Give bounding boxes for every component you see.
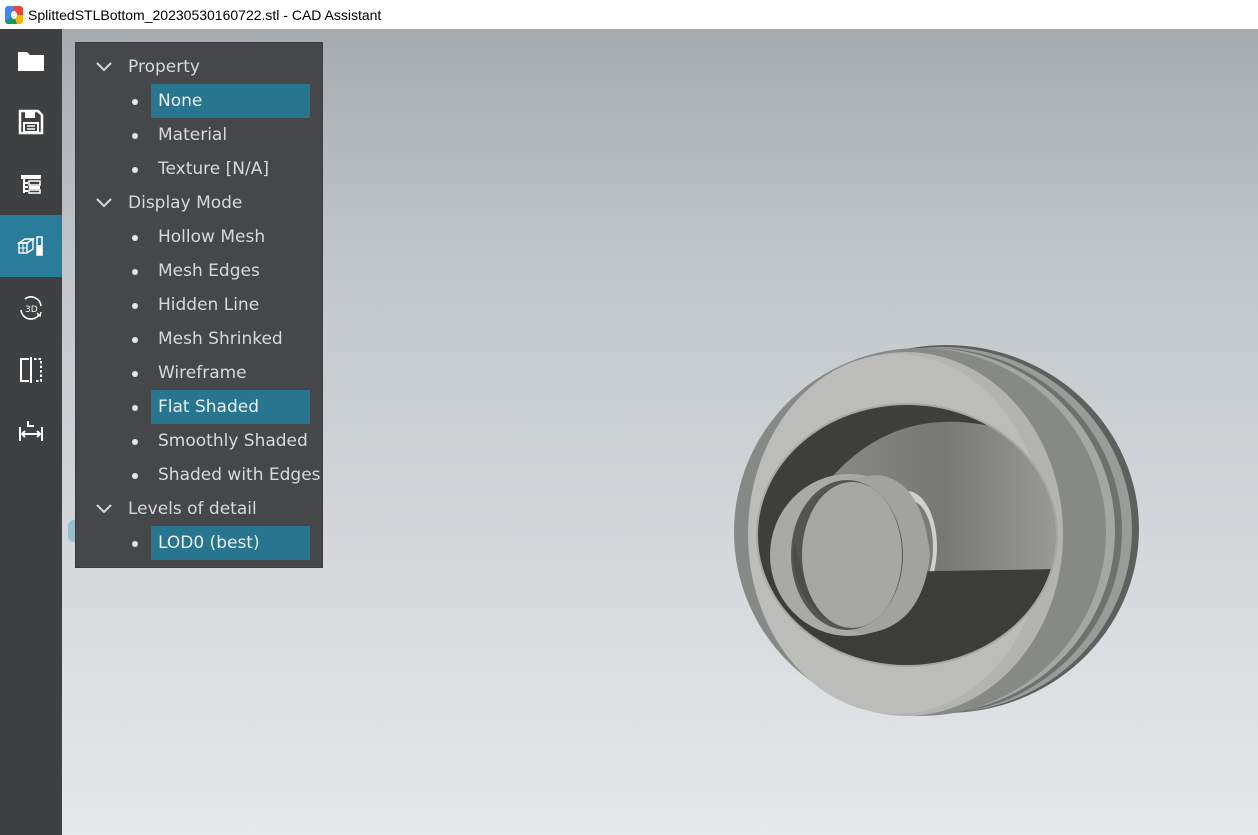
3d-rotate-icon: 3D [20, 296, 42, 320]
chevron-down-icon [96, 62, 112, 72]
option-label: Material [158, 125, 228, 145]
svg-text:3D: 3D [25, 305, 38, 315]
display-settings-icon [17, 236, 43, 256]
measure-button[interactable] [0, 401, 62, 463]
option-label: Mesh Edges [158, 261, 260, 281]
model-tree-icon [21, 175, 41, 194]
option-wireframe[interactable]: Wireframe [76, 356, 322, 390]
option-mesh-shrinked[interactable]: Mesh Shrinked [76, 322, 322, 356]
panel-collapse-handle[interactable] [68, 520, 75, 542]
folder-icon [18, 52, 44, 71]
save-icon [18, 109, 44, 135]
bullet-icon [132, 133, 138, 139]
option-mesh-edges[interactable]: Mesh Edges [76, 254, 322, 288]
group-label: Levels of detail [128, 499, 257, 519]
option-label: Wireframe [158, 363, 247, 383]
option-property-material[interactable]: Material [76, 118, 322, 152]
option-property-texture[interactable]: Texture [N/A] [76, 152, 322, 186]
group-label: Display Mode [128, 193, 243, 213]
model-tree-button[interactable] [0, 153, 62, 215]
left-toolbar: 3D [0, 29, 62, 835]
option-property-none[interactable]: None [76, 84, 322, 118]
option-label: Hollow Mesh [158, 227, 266, 247]
window-title: SplittedSTLBottom_20230530160722.stl - C… [28, 6, 382, 23]
title-bar: SplittedSTLBottom_20230530160722.stl - C… [0, 0, 1258, 29]
section-plane-icon [20, 357, 42, 383]
chevron-down-icon [96, 504, 112, 514]
option-hollow-mesh[interactable]: Hollow Mesh [76, 220, 322, 254]
bullet-icon [132, 99, 138, 105]
section-plane-button[interactable] [0, 339, 62, 401]
option-label: Texture [N/A] [158, 159, 269, 179]
bullet-icon [132, 235, 138, 241]
option-shaded-with-edges[interactable]: Shaded with Edges [76, 458, 322, 492]
save-button[interactable] [0, 91, 62, 153]
bullet-icon [132, 269, 138, 275]
app-logo-icon [5, 5, 23, 24]
bullet-icon [132, 303, 138, 309]
bullet-icon [132, 439, 138, 445]
bullet-icon [132, 473, 138, 479]
option-lod0[interactable]: LOD0 (best) [76, 526, 322, 560]
group-label: Property [128, 57, 200, 77]
option-flat-shaded[interactable]: Flat Shaded [76, 390, 322, 424]
rotate-3d-button[interactable]: 3D [0, 277, 62, 339]
option-label: Smoothly Shaded [158, 431, 308, 451]
option-label: Flat Shaded [151, 390, 310, 424]
option-hidden-line[interactable]: Hidden Line [76, 288, 322, 322]
display-settings-button[interactable] [0, 215, 62, 277]
option-label: LOD0 (best) [151, 526, 310, 560]
open-file-button[interactable] [0, 29, 62, 91]
group-header-levels-of-detail[interactable]: Levels of detail [76, 492, 322, 526]
bullet-icon [132, 337, 138, 343]
bullet-icon [132, 167, 138, 173]
bullet-icon [132, 541, 138, 547]
bullet-icon [132, 405, 138, 411]
option-label: None [151, 84, 310, 118]
option-label: Hidden Line [158, 295, 260, 315]
bullet-icon [132, 371, 138, 377]
group-header-display-mode[interactable]: Display Mode [76, 186, 322, 220]
chevron-down-icon [96, 198, 112, 208]
display-options-panel: Property None Material Texture [N/A] Dis… [75, 42, 323, 568]
group-header-property[interactable]: Property [76, 50, 322, 84]
option-smoothly-shaded[interactable]: Smoothly Shaded [76, 424, 322, 458]
option-label: Shaded with Edges [158, 465, 321, 485]
option-label: Mesh Shrinked [158, 329, 283, 349]
measure-icon [19, 421, 43, 441]
